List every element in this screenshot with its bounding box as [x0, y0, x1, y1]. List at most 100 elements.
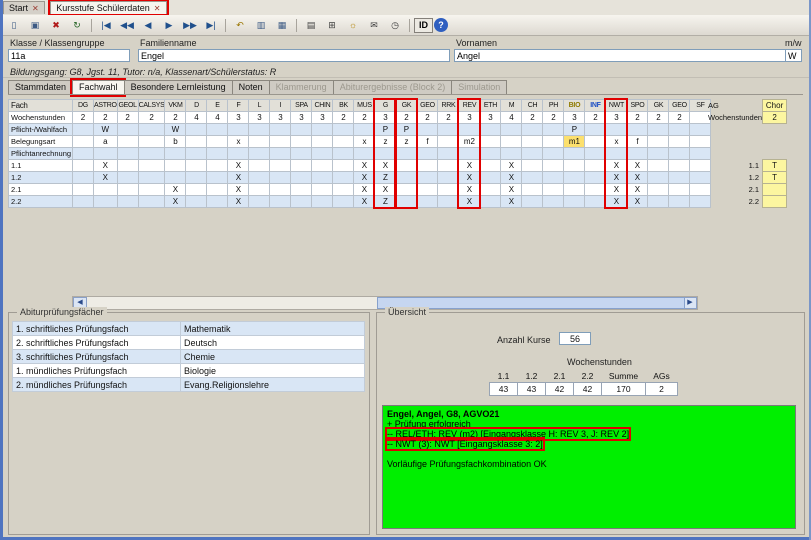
abitur-fach-value[interactable]: Deutsch	[180, 335, 365, 350]
grid-cell[interactable]	[395, 159, 418, 172]
grid-cell[interactable]: X	[353, 159, 376, 172]
grid-cell[interactable]: 4	[185, 111, 208, 124]
ag-cell[interactable]	[762, 195, 788, 208]
grid-cell[interactable]	[479, 171, 502, 184]
grid-cell[interactable]	[72, 147, 94, 160]
grid-cell[interactable]	[521, 135, 544, 148]
grid-cell[interactable]	[668, 135, 691, 148]
grid-cell[interactable]	[290, 159, 313, 172]
grid-cell[interactable]: Z	[374, 171, 397, 184]
grid-cell[interactable]: X	[227, 171, 250, 184]
grid-cell[interactable]: Z	[374, 195, 397, 208]
grid-cell[interactable]	[563, 195, 586, 208]
grid-cell[interactable]	[290, 195, 313, 208]
grid-cell[interactable]	[500, 123, 523, 136]
scroll-right-button[interactable]: ▶	[683, 297, 697, 309]
copy-icon[interactable]: ▥	[251, 17, 271, 34]
grid-cell[interactable]: X	[374, 183, 397, 196]
grid-cell[interactable]	[584, 171, 607, 184]
grid-cell[interactable]: 2	[137, 111, 166, 124]
grid-cell[interactable]: f	[626, 135, 649, 148]
doc-tab-start[interactable]: Start ✕	[3, 1, 45, 14]
grid-cell[interactable]	[479, 135, 502, 148]
grid-cell[interactable]	[458, 123, 481, 136]
save-icon[interactable]: ▣	[25, 17, 45, 34]
grid-cell[interactable]	[332, 195, 355, 208]
grid-cell[interactable]	[668, 159, 691, 172]
grid-cell[interactable]	[584, 147, 607, 160]
grid-cell[interactable]: 2	[353, 111, 376, 124]
fast-forward-icon[interactable]: ▶▶	[180, 17, 200, 34]
grid-cell[interactable]	[395, 183, 418, 196]
grid-cell[interactable]: X	[227, 159, 250, 172]
grid-cell[interactable]	[584, 183, 607, 196]
grid-cell[interactable]	[521, 159, 544, 172]
grid-cell[interactable]	[584, 159, 607, 172]
grid-cell[interactable]	[500, 135, 523, 148]
grid-cell[interactable]: 3	[374, 111, 397, 124]
grid-cell[interactable]	[137, 147, 166, 160]
grid-cell[interactable]: X	[458, 159, 481, 172]
grid-cell[interactable]	[521, 183, 544, 196]
grid-cell[interactable]: X	[626, 195, 649, 208]
grid-cell[interactable]: X	[458, 195, 481, 208]
grid-cell[interactable]: X	[353, 171, 376, 184]
abitur-fach-value[interactable]: Biologie	[180, 363, 365, 378]
grid-cell[interactable]	[647, 195, 670, 208]
grid-cell[interactable]	[116, 195, 139, 208]
grid-cell[interactable]	[311, 147, 334, 160]
grid-cell[interactable]: 3	[227, 111, 250, 124]
grid-cell[interactable]	[479, 183, 502, 196]
doc-tab-kursstufe-schuelerdaten[interactable]: Kursstufe Schülerdaten ✕	[48, 0, 169, 16]
grid-cell[interactable]: 3	[311, 111, 334, 124]
grid-cell[interactable]	[458, 147, 481, 160]
grid-cell[interactable]	[248, 171, 271, 184]
grid-cell[interactable]	[437, 159, 460, 172]
grid-cell[interactable]: 2	[584, 111, 607, 124]
grid-cell[interactable]	[311, 195, 334, 208]
grid-cell[interactable]: 3	[290, 111, 313, 124]
grid-cell[interactable]	[479, 147, 502, 160]
grid-cell[interactable]: 2	[164, 111, 187, 124]
grid-cell[interactable]: 3	[458, 111, 481, 124]
grid-cell[interactable]	[137, 123, 166, 136]
grid-cell[interactable]	[605, 123, 628, 136]
grid-cell[interactable]	[542, 195, 565, 208]
grid-cell[interactable]	[290, 135, 313, 148]
tab-noten[interactable]: Noten	[231, 80, 269, 95]
grid-cell[interactable]	[185, 123, 208, 136]
grid-cell[interactable]	[311, 123, 334, 136]
grid-cell[interactable]	[521, 171, 544, 184]
grid-cell[interactable]	[542, 171, 565, 184]
vornamen-input[interactable]	[454, 49, 792, 62]
grid-cell[interactable]	[269, 171, 292, 184]
grid-cell[interactable]	[290, 171, 313, 184]
grid-cell[interactable]	[332, 183, 355, 196]
grid-cell[interactable]: m2	[458, 135, 481, 148]
grid-cell[interactable]: 3	[563, 111, 586, 124]
grid-cell[interactable]	[437, 171, 460, 184]
grid-cell[interactable]: x	[353, 135, 376, 148]
grid-cell[interactable]: X	[164, 183, 187, 196]
grid-cell[interactable]	[72, 123, 94, 136]
grid-cell[interactable]	[137, 195, 166, 208]
grid-cell[interactable]	[248, 147, 271, 160]
grid-cell[interactable]	[416, 123, 439, 136]
grid-cell[interactable]	[332, 147, 355, 160]
grid-cell[interactable]: f	[416, 135, 439, 148]
grid-cell[interactable]: 2	[116, 111, 139, 124]
grid-cell[interactable]	[206, 171, 229, 184]
grid-cell[interactable]	[311, 171, 334, 184]
grid-cell[interactable]: X	[605, 195, 628, 208]
grid-cell[interactable]: X	[374, 159, 397, 172]
grid-cell[interactable]	[227, 147, 250, 160]
grid-cell[interactable]: X	[93, 159, 118, 172]
familienname-input[interactable]	[138, 49, 450, 62]
grid-cell[interactable]	[542, 135, 565, 148]
grid-cell[interactable]: X	[626, 159, 649, 172]
grid-cell[interactable]	[206, 159, 229, 172]
grid-cell[interactable]	[116, 135, 139, 148]
grid-cell[interactable]: 2	[647, 111, 670, 124]
abitur-row[interactable]: 1. mündliches Prüfungsfach Biologie	[12, 363, 365, 378]
grid-cell[interactable]: W	[164, 123, 187, 136]
